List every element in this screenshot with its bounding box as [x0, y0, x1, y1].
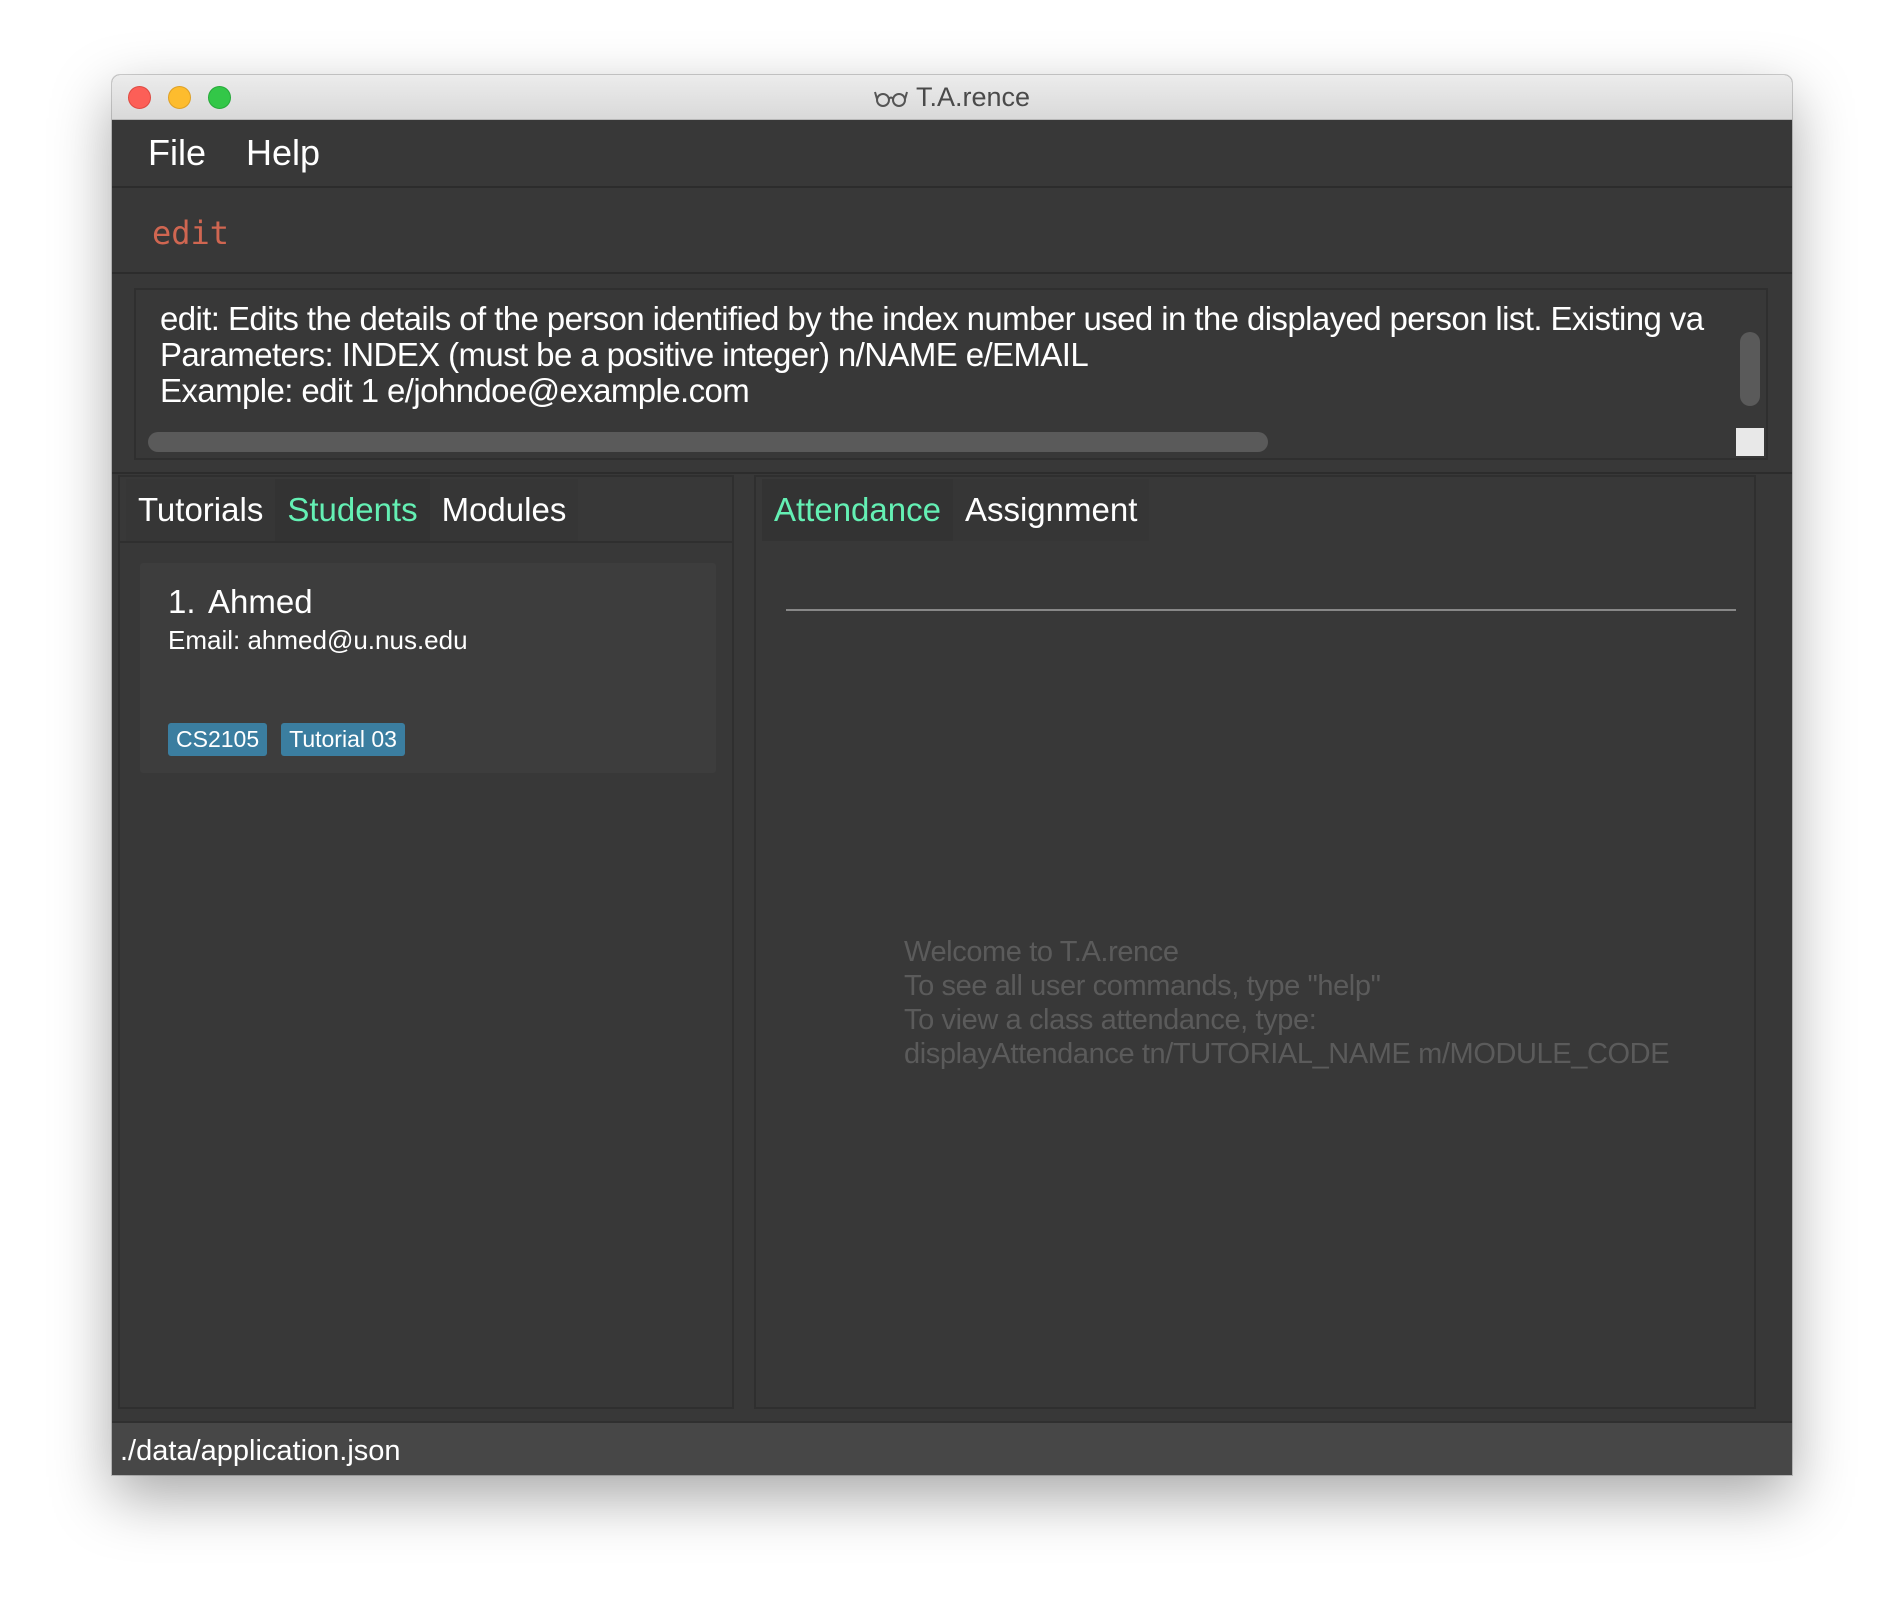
scroll-corner: [1736, 428, 1764, 456]
right-panel: Attendance Assignment Welcome to T.A.ren…: [754, 475, 1756, 1409]
title-bar: T.A.rence: [112, 75, 1792, 120]
result-line: edit: Edits the details of the person id…: [160, 300, 1704, 337]
welcome-line: Welcome to T.A.rence: [904, 936, 1179, 968]
result-display-area: edit: Edits the details of the person id…: [112, 274, 1792, 474]
tab-tutorials[interactable]: Tutorials: [126, 479, 276, 541]
menu-file[interactable]: File: [148, 132, 206, 174]
result-display: edit: Edits the details of the person id…: [134, 288, 1768, 460]
module-tag: CS2105: [168, 723, 268, 756]
menu-help[interactable]: Help: [246, 132, 320, 174]
menu-bar: File Help: [112, 120, 1792, 188]
attendance-table-header-line: [786, 609, 1736, 611]
student-email: Email: ahmed@u.nus.edu: [168, 625, 468, 655]
right-tab-bar: Attendance Assignment: [762, 479, 1150, 541]
app-window: T.A.rence File Help edit edit: Edits the…: [112, 75, 1792, 1475]
window-title-group: T.A.rence: [112, 75, 1792, 120]
welcome-line: To view a class attendance, type:: [904, 1004, 1317, 1036]
command-input[interactable]: edit: [152, 214, 229, 252]
tutorial-tag: Tutorial 03: [281, 723, 405, 756]
result-line: Example: edit 1 e/johndoe@example.com: [160, 372, 750, 409]
tab-divider: [120, 541, 732, 543]
welcome-placeholder: Welcome to T.A.rence To see all user com…: [904, 935, 1670, 1071]
tag-list: CS2105 Tutorial 03: [168, 723, 405, 756]
status-bar: ./data/application.json: [112, 1421, 1792, 1475]
glasses-icon: [874, 91, 908, 107]
tab-attendance[interactable]: Attendance: [762, 479, 953, 541]
welcome-line: displayAttendance tn/TUTORIAL_NAME m/MOD…: [904, 1038, 1670, 1070]
welcome-line: To see all user commands, type "help": [904, 970, 1381, 1002]
left-tab-bar: Tutorials Students Modules: [126, 479, 579, 541]
window-title: T.A.rence: [915, 82, 1031, 112]
student-name: Ahmed: [208, 583, 313, 620]
command-box: edit: [112, 188, 1792, 274]
vertical-scrollbar[interactable]: [1740, 332, 1760, 406]
tab-modules[interactable]: Modules: [429, 479, 579, 541]
result-line: Parameters: INDEX (must be a positive in…: [160, 336, 1089, 373]
horizontal-scrollbar[interactable]: [148, 432, 1268, 452]
student-index: 1.: [168, 583, 196, 620]
tab-students[interactable]: Students: [275, 479, 430, 541]
left-panel: Tutorials Students Modules 1. Ahmed Emai…: [118, 475, 734, 1409]
tab-assignment[interactable]: Assignment: [952, 479, 1150, 541]
data-file-path: ./data/application.json: [120, 1435, 401, 1467]
student-card[interactable]: 1. Ahmed Email: ahmed@u.nus.edu CS2105 T…: [140, 563, 716, 773]
